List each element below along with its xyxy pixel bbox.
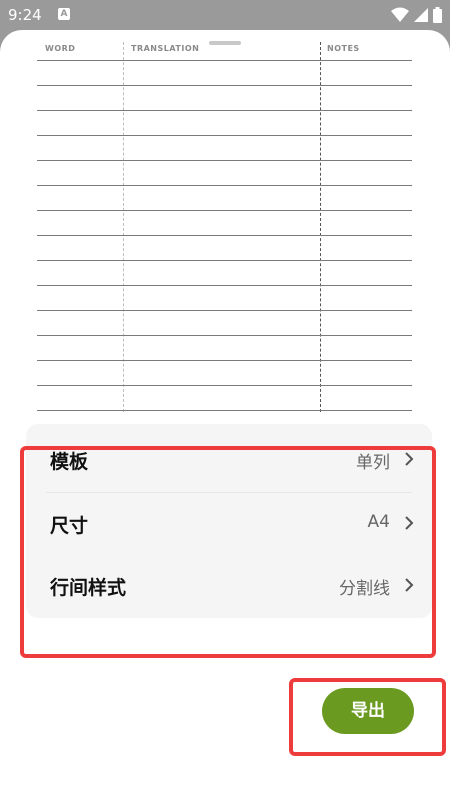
preview-column-translation: TRANSLATION <box>131 44 200 53</box>
preview-line <box>37 185 412 186</box>
preview-line <box>37 335 412 336</box>
preview-line <box>37 210 412 211</box>
battery-icon <box>433 6 442 23</box>
preview-line <box>37 385 412 386</box>
status-bar: 9:24 A <box>0 0 450 30</box>
preview-divider-1 <box>123 42 124 412</box>
status-time: 9:24 <box>8 6 42 24</box>
preview-line <box>37 310 412 311</box>
preview-header: WORD TRANSLATION NOTES <box>37 42 412 60</box>
preview-line <box>37 135 412 136</box>
highlight-box-export <box>289 678 446 756</box>
preview-line <box>37 110 412 111</box>
wifi-icon <box>391 7 410 22</box>
preview-line <box>37 410 412 411</box>
preview-line <box>37 160 412 161</box>
preview-column-notes: NOTES <box>327 44 360 53</box>
bottom-sheet: WORD TRANSLATION NOTES 模板 单列 尺寸 A4 行间样式 … <box>0 30 450 800</box>
signal-icon <box>414 7 429 22</box>
highlight-box-settings <box>20 446 436 658</box>
preview-line <box>37 285 412 286</box>
preview-line <box>37 235 412 236</box>
preview-column-word: WORD <box>45 44 76 53</box>
preview-line <box>37 260 412 261</box>
preview-line <box>37 60 412 61</box>
preview-line <box>37 85 412 86</box>
a-icon: A <box>58 8 70 20</box>
template-preview: WORD TRANSLATION NOTES <box>37 42 412 412</box>
status-icons <box>391 5 442 23</box>
preview-divider-2 <box>320 42 321 412</box>
preview-line <box>37 360 412 361</box>
